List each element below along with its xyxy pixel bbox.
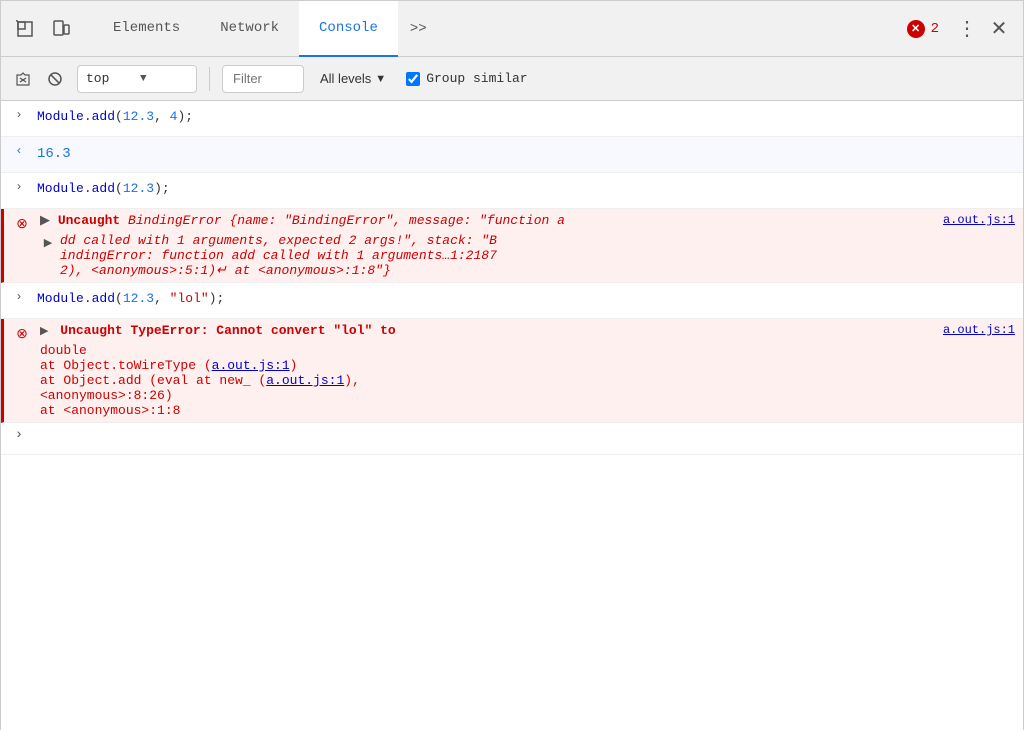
group-similar-checkbox[interactable] — [406, 72, 420, 86]
console-toolbar: top ▼ All levels ▼ Group similar — [1, 57, 1023, 101]
tab-bar: Elements Network Console >> ✕ 2 ⋮ ✕ — [1, 1, 1023, 57]
console-row-error-2: ⊗ ▶ Uncaught TypeError: Cannot convert "… — [1, 319, 1023, 423]
devtools-icons — [9, 13, 77, 45]
error-header-2: ⊗ ▶ Uncaught TypeError: Cannot convert "… — [4, 323, 1015, 343]
error-row-header-1: ⊗ ▶ Uncaught BindingError {name: "Bindin… — [4, 213, 1015, 233]
prompt-icon: › — [1, 427, 37, 443]
tab-elements[interactable]: Elements — [93, 1, 200, 57]
levels-dropdown-icon: ▼ — [375, 73, 386, 85]
console-row-input-3: › Module.add(12.3, "lol"); — [1, 283, 1023, 319]
tab-more[interactable]: >> — [398, 1, 439, 57]
stack-link-2[interactable]: a.out.js:1 — [266, 373, 344, 388]
console-row-input-2: › Module.add(12.3); — [1, 173, 1023, 209]
console-row-input-1: › Module.add(12.3, 4); — [1, 101, 1023, 137]
console-body: › Module.add(12.3, 4); ‹ 16.3 › Module.a… — [1, 101, 1023, 731]
more-options-button[interactable]: ⋮ — [951, 13, 983, 45]
error-link-2[interactable]: a.out.js:1 — [943, 323, 1015, 337]
error-badge[interactable]: ✕ 2 — [907, 20, 939, 38]
error-message-1: ▶ Uncaught BindingError {name: "BindingE… — [40, 213, 931, 228]
tab-console[interactable]: Console — [299, 1, 398, 57]
input-arrow-1: › — [1, 105, 37, 122]
output-content-1: 16.3 — [37, 141, 1015, 167]
console-prompt-input[interactable] — [37, 427, 1015, 442]
context-label: top — [86, 71, 134, 86]
input-arrow-2: › — [1, 177, 37, 194]
error-expand-triangle-2[interactable]: ▶ — [40, 326, 48, 338]
error-expand-triangle-1[interactable]: ▶ — [40, 213, 50, 228]
input-arrow-3: › — [1, 287, 37, 304]
error-icon-2: ⊗ — [4, 323, 40, 343]
filter-input[interactable] — [233, 71, 293, 86]
separator-1 — [209, 67, 210, 91]
filter-box[interactable] — [222, 65, 304, 93]
block-button[interactable] — [41, 65, 69, 93]
error-detail-1: ▶ dd called with 1 arguments, expected 2… — [4, 233, 497, 278]
stack-link-1[interactable]: a.out.js:1 — [212, 358, 290, 373]
error-icon-1: ⊗ — [4, 213, 40, 233]
context-selector[interactable]: top ▼ — [77, 65, 197, 93]
device-toolbar-button[interactable] — [45, 13, 77, 45]
error-x-icon: ✕ — [907, 20, 925, 38]
context-dropdown-icon: ▼ — [140, 73, 188, 85]
console-row-output-1: ‹ 16.3 — [1, 137, 1023, 173]
levels-dropdown-button[interactable]: All levels ▼ — [312, 65, 394, 93]
error-link-1[interactable]: a.out.js:1 — [943, 213, 1015, 227]
error-detail-triangle-1[interactable]: ▶ — [40, 233, 60, 278]
input-content-3: Module.add(12.3, "lol"); — [37, 287, 1015, 312]
input-content-1: Module.add(12.3, 4); — [37, 105, 1015, 130]
group-similar-container[interactable]: Group similar — [398, 69, 535, 88]
tab-network[interactable]: Network — [200, 1, 299, 57]
group-similar-label: Group similar — [426, 71, 527, 86]
console-prompt-row[interactable]: › — [1, 423, 1023, 455]
close-devtools-button[interactable]: ✕ — [983, 13, 1015, 45]
clear-console-button[interactable] — [9, 65, 37, 93]
error-message-2: ▶ Uncaught TypeError: Cannot convert "lo… — [40, 323, 931, 338]
output-arrow-1: ‹ — [1, 141, 37, 158]
console-row-error-1: ⊗ ▶ Uncaught BindingError {name: "Bindin… — [1, 209, 1023, 283]
inspect-element-button[interactable] — [9, 13, 41, 45]
input-content-2: Module.add(12.3); — [37, 177, 1015, 202]
levels-label: All levels — [320, 71, 371, 86]
error-stacktrace-2: double at Object.toWireType (a.out.js:1)… — [4, 343, 360, 418]
